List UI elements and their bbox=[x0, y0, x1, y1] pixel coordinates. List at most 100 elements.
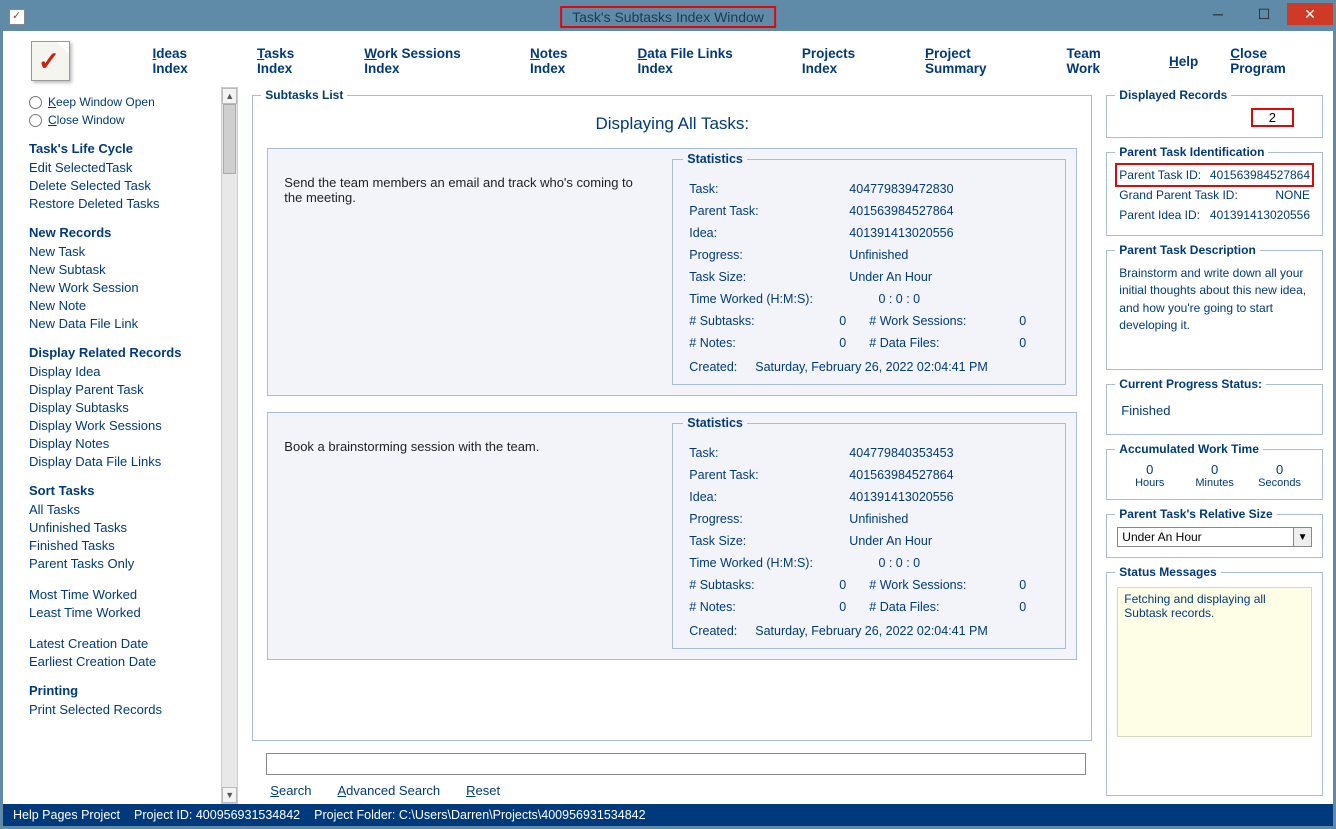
statistics-group: Statistics Task:404779839472830 Parent T… bbox=[672, 159, 1066, 385]
stat-worksessions-label: # Work Sessions: bbox=[869, 578, 1019, 592]
stat-timeworked-value: 0 : 0 : 0 bbox=[849, 292, 1049, 306]
sidebar-new-work-session[interactable]: New Work Session bbox=[29, 280, 221, 295]
status-messages-text: Fetching and displaying all Subtask reco… bbox=[1117, 587, 1312, 737]
sidebar-display-subtasks[interactable]: Display Subtasks bbox=[29, 400, 221, 415]
sidebar-print-selected-records[interactable]: Print Selected Records bbox=[29, 702, 221, 717]
menu-team-work[interactable]: Team Work bbox=[1066, 46, 1137, 76]
sidebar-least-time-worked[interactable]: Least Time Worked bbox=[29, 605, 221, 620]
stat-progress-value: Unfinished bbox=[849, 248, 1049, 262]
menu-close-program[interactable]: Close Program bbox=[1230, 46, 1325, 76]
parent-task-id-value: 401563984527864 bbox=[1210, 168, 1310, 182]
sidebar-all-tasks[interactable]: All Tasks bbox=[29, 502, 221, 517]
menu-notes-index[interactable]: Notes Index bbox=[530, 46, 605, 76]
stat-subtasks-value: 0 bbox=[839, 314, 869, 328]
sidebar-display-parent-task[interactable]: Display Parent Task bbox=[29, 382, 221, 397]
stat-worksessions-value: 0 bbox=[1019, 314, 1049, 328]
stat-idea-label: Idea: bbox=[689, 226, 849, 240]
stat-parent-label: Parent Task: bbox=[689, 204, 849, 218]
menu-data-file-links-index[interactable]: Data File Links Index bbox=[637, 46, 769, 76]
sidebar-earliest-creation-date[interactable]: Earliest Creation Date bbox=[29, 654, 221, 669]
sidebar-scrollbar[interactable]: ▲ ▼ bbox=[221, 87, 238, 804]
parent-idea-id-value: 401391413020556 bbox=[1210, 208, 1310, 222]
stat-created-label: Created: bbox=[689, 624, 737, 638]
parent-task-description-title: Parent Task Description bbox=[1115, 243, 1260, 257]
stat-datafiles-value: 0 bbox=[1019, 600, 1049, 614]
stat-size-value: Under An Hour bbox=[849, 534, 1049, 548]
minimize-button[interactable]: ─ bbox=[1195, 3, 1241, 25]
subtasks-list-group: Subtasks List Displaying All Tasks: Send… bbox=[252, 95, 1092, 741]
sidebar: Keep Window Open Close Window Task's Lif… bbox=[3, 87, 221, 804]
scroll-thumb[interactable] bbox=[223, 104, 236, 174]
sidebar-latest-creation-date[interactable]: Latest Creation Date bbox=[29, 636, 221, 651]
sidebar-finished-tasks[interactable]: Finished Tasks bbox=[29, 538, 221, 553]
status-messages-group: Status Messages Fetching and displaying … bbox=[1106, 572, 1323, 796]
menu-projects-index[interactable]: Projects Index bbox=[802, 46, 893, 76]
stat-size-value: Under An Hour bbox=[849, 270, 1049, 284]
parent-task-description-text: Brainstorm and write down all your initi… bbox=[1117, 263, 1312, 337]
advanced-search-link[interactable]: Advanced Search bbox=[338, 783, 441, 798]
sidebar-display-work-sessions[interactable]: Display Work Sessions bbox=[29, 418, 221, 433]
subtasks-list-title: Subtasks List bbox=[261, 88, 347, 102]
stat-notes-value: 0 bbox=[839, 336, 869, 350]
sidebar-new-task[interactable]: New Task bbox=[29, 244, 221, 259]
menu-ideas-index[interactable]: Ideas Index bbox=[152, 46, 225, 76]
status-messages-title: Status Messages bbox=[1115, 565, 1220, 579]
stat-idea-value: 401391413020556 bbox=[849, 490, 1049, 504]
sidebar-display-notes[interactable]: Display Notes bbox=[29, 436, 221, 451]
relative-size-value: Under An Hour bbox=[1118, 528, 1293, 546]
scroll-up-icon[interactable]: ▲ bbox=[222, 88, 237, 104]
stat-parent-value: 401563984527864 bbox=[849, 468, 1049, 482]
relative-size-combo[interactable]: Under An Hour ▼ bbox=[1117, 527, 1312, 547]
stat-timeworked-label: Time Worked (H:M:S): bbox=[689, 292, 849, 306]
statistics-title: Statistics bbox=[683, 152, 747, 166]
menu-project-summary[interactable]: Project Summary bbox=[925, 46, 1035, 76]
acc-hours-label: Hours bbox=[1117, 477, 1182, 489]
sidebar-head-new-records: New Records bbox=[29, 225, 221, 240]
subtask-card[interactable]: Book a brainstorming session with the te… bbox=[267, 412, 1077, 660]
sidebar-new-subtask[interactable]: New Subtask bbox=[29, 262, 221, 277]
stat-created-value: Saturday, February 26, 2022 02:04:41 PM bbox=[755, 624, 988, 638]
sidebar-new-data-file-link[interactable]: New Data File Link bbox=[29, 316, 221, 331]
sidebar-head-printing: Printing bbox=[29, 683, 221, 698]
sidebar-unfinished-tasks[interactable]: Unfinished Tasks bbox=[29, 520, 221, 535]
sidebar-new-note[interactable]: New Note bbox=[29, 298, 221, 313]
scroll-down-icon[interactable]: ▼ bbox=[222, 787, 237, 803]
search-link[interactable]: Search bbox=[270, 783, 311, 798]
radio-keep-window-open[interactable]: Keep Window Open bbox=[29, 95, 221, 109]
parent-task-id-title: Parent Task Identification bbox=[1115, 145, 1268, 159]
menu-help[interactable]: Help bbox=[1169, 54, 1198, 69]
current-progress-value: Finished bbox=[1117, 397, 1312, 424]
sidebar-most-time-worked[interactable]: Most Time Worked bbox=[29, 587, 221, 602]
sidebar-delete-selected-task[interactable]: Delete Selected Task bbox=[29, 178, 221, 193]
sidebar-display-idea[interactable]: Display Idea bbox=[29, 364, 221, 379]
stat-size-label: Task Size: bbox=[689, 270, 849, 284]
acc-hours: 0 bbox=[1117, 462, 1182, 477]
relative-size-group: Parent Task's Relative Size Under An Hou… bbox=[1106, 514, 1323, 558]
search-input[interactable] bbox=[266, 753, 1086, 775]
maximize-button[interactable]: ☐ bbox=[1241, 3, 1287, 25]
stat-idea-label: Idea: bbox=[689, 490, 849, 504]
display-all-tasks-title: Displaying All Tasks: bbox=[263, 114, 1081, 134]
stat-progress-value: Unfinished bbox=[849, 512, 1049, 526]
subtask-card[interactable]: Send the team members an email and track… bbox=[267, 148, 1077, 396]
stat-datafiles-value: 0 bbox=[1019, 336, 1049, 350]
sidebar-parent-tasks-only[interactable]: Parent Tasks Only bbox=[29, 556, 221, 571]
stat-datafiles-label: # Data Files: bbox=[869, 336, 1019, 350]
stat-timeworked-label: Time Worked (H:M:S): bbox=[689, 556, 849, 570]
stat-created-value: Saturday, February 26, 2022 02:04:41 PM bbox=[755, 360, 988, 374]
subtask-text: Book a brainstorming session with the te… bbox=[278, 423, 658, 649]
menu-work-sessions-index[interactable]: Work Sessions Index bbox=[364, 46, 498, 76]
parent-idea-id-row: Parent Idea ID: 401391413020556 bbox=[1117, 205, 1312, 225]
accumulated-work-time-group: Accumulated Work Time 0Hours 0Minutes 0S… bbox=[1106, 449, 1323, 500]
chevron-down-icon[interactable]: ▼ bbox=[1293, 528, 1311, 546]
reset-link[interactable]: Reset bbox=[466, 783, 500, 798]
close-button[interactable]: ✕ bbox=[1287, 3, 1333, 25]
acc-minutes-label: Minutes bbox=[1182, 477, 1247, 489]
sidebar-restore-deleted-tasks[interactable]: Restore Deleted Tasks bbox=[29, 196, 221, 211]
radio-close-window[interactable]: Close Window bbox=[29, 113, 221, 127]
menu-tasks-index[interactable]: Tasks Index bbox=[257, 46, 332, 76]
stat-task-value: 404779840353453 bbox=[849, 446, 1049, 460]
stat-progress-label: Progress: bbox=[689, 512, 849, 526]
sidebar-edit-selected-task[interactable]: Edit SelectedTask bbox=[29, 160, 221, 175]
sidebar-display-data-file-links[interactable]: Display Data File Links bbox=[29, 454, 221, 469]
